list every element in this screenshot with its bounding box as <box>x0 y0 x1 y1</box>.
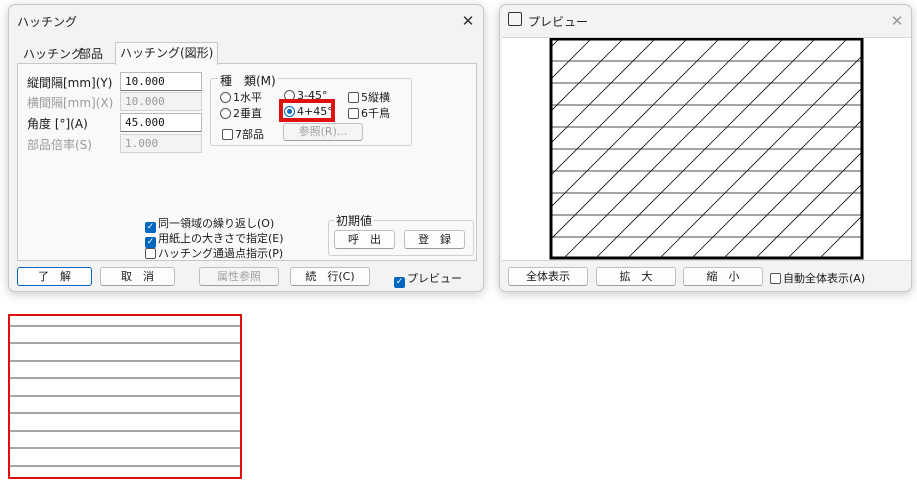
tab-hatching[interactable]: ハッチング <box>23 45 83 63</box>
radio-vertical-dot <box>220 108 231 119</box>
check-auto-fit[interactable]: 自動全体表示(A) <box>770 270 865 286</box>
angle-label: 角度 [°](A) <box>27 117 88 131</box>
check-pass-point[interactable]: ハッチング通過点指示(P) <box>145 245 283 261</box>
highlight-box <box>279 99 335 122</box>
check-auto-fit-box <box>770 273 781 284</box>
zoom-in-button[interactable]: 拡 大 <box>596 267 676 286</box>
close-icon[interactable]: ✕ <box>886 11 908 31</box>
tab-panel: 縦間隔[mm](Y) 横間隔[mm](X) 角度 [°](A) 部品倍率(S) … <box>17 63 477 261</box>
check-stagger[interactable]: 6千鳥 <box>348 105 390 121</box>
fit-all-button[interactable]: 全体表示 <box>508 267 588 286</box>
check-pass-point-label: ハッチング通過点指示(P) <box>158 247 284 260</box>
horizontal-hatch-lines <box>10 325 240 467</box>
ok-button[interactable]: 了 解 <box>17 267 92 286</box>
horizontal-hatch-sample <box>8 314 242 479</box>
tab-hatching-shape[interactable]: ハッチング(図形) <box>115 42 219 65</box>
tab-parts[interactable]: 部品 <box>79 45 103 63</box>
check-repeat-area-label: 同一領域の繰り返し(O) <box>158 217 275 230</box>
check-preview[interactable]: ✓ プレビュー <box>394 270 462 288</box>
radio-vertical[interactable]: 2垂直 <box>220 105 262 121</box>
hatch-dialog-title: ハッチング <box>17 15 78 29</box>
register-defaults-button[interactable]: 登 録 <box>404 230 465 249</box>
preview-window: プレビュー ✕ 全体表示 拡 大 縮 小 自動全体表示(A) <box>499 4 912 292</box>
horizontal-pitch-input[interactable] <box>120 92 202 111</box>
preview-app-icon <box>508 12 522 26</box>
hatch-dialog: ハッチング ✕ ハッチング 部品 ハッチング(図形) 縦間隔[mm](Y) 横間… <box>8 4 484 292</box>
vertical-pitch-label: 縦間隔[mm](Y) <box>27 76 113 90</box>
check-parts-label: 7部品 <box>235 128 264 141</box>
attribute-ref-button[interactable]: 属性参照 <box>199 267 279 286</box>
continue-button[interactable]: 続 行(C) <box>290 267 370 286</box>
radio-horizontal-label: 1水平 <box>233 91 262 104</box>
check-paper-size-label: 用紙上の大きさで指定(E) <box>158 232 284 245</box>
horizontal-pitch-label: 横間隔[mm](X) <box>27 96 114 110</box>
vertical-pitch-input[interactable] <box>120 72 202 91</box>
zoom-out-button[interactable]: 縮 小 <box>683 267 763 286</box>
check-parts[interactable]: 7部品 <box>222 126 264 142</box>
reference-button[interactable]: 参照(R)... <box>283 123 363 141</box>
preview-window-title: プレビュー <box>528 15 589 29</box>
defaults-group-label: 初期値 <box>334 212 375 229</box>
preview-canvas <box>502 37 911 261</box>
cancel-button[interactable]: 取 消 <box>100 267 175 286</box>
check-cross[interactable]: 5縦横 <box>348 89 390 105</box>
part-scale-label: 部品倍率(S) <box>27 138 92 152</box>
type-group-label: 種 類(M) <box>218 72 278 89</box>
radio-horizontal-dot <box>220 92 231 103</box>
close-icon[interactable]: ✕ <box>457 11 479 31</box>
radio-vertical-label: 2垂直 <box>233 107 262 120</box>
check-pass-point-box <box>145 248 156 259</box>
check-cross-box <box>348 92 359 103</box>
check-preview-label: プレビュー <box>407 272 462 285</box>
check-preview-box: ✓ <box>394 277 405 288</box>
radio-horizontal[interactable]: 1水平 <box>220 89 262 105</box>
check-cross-label: 5縦横 <box>361 91 390 104</box>
check-stagger-label: 6千鳥 <box>361 107 390 120</box>
check-stagger-box <box>348 108 359 119</box>
part-scale-input[interactable] <box>120 134 202 153</box>
call-defaults-button[interactable]: 呼 出 <box>334 230 395 249</box>
angle-input[interactable] <box>120 113 202 132</box>
check-auto-fit-label: 自動全体表示(A) <box>783 272 866 285</box>
check-parts-box <box>222 129 233 140</box>
preview-hatch-figure <box>549 38 864 260</box>
